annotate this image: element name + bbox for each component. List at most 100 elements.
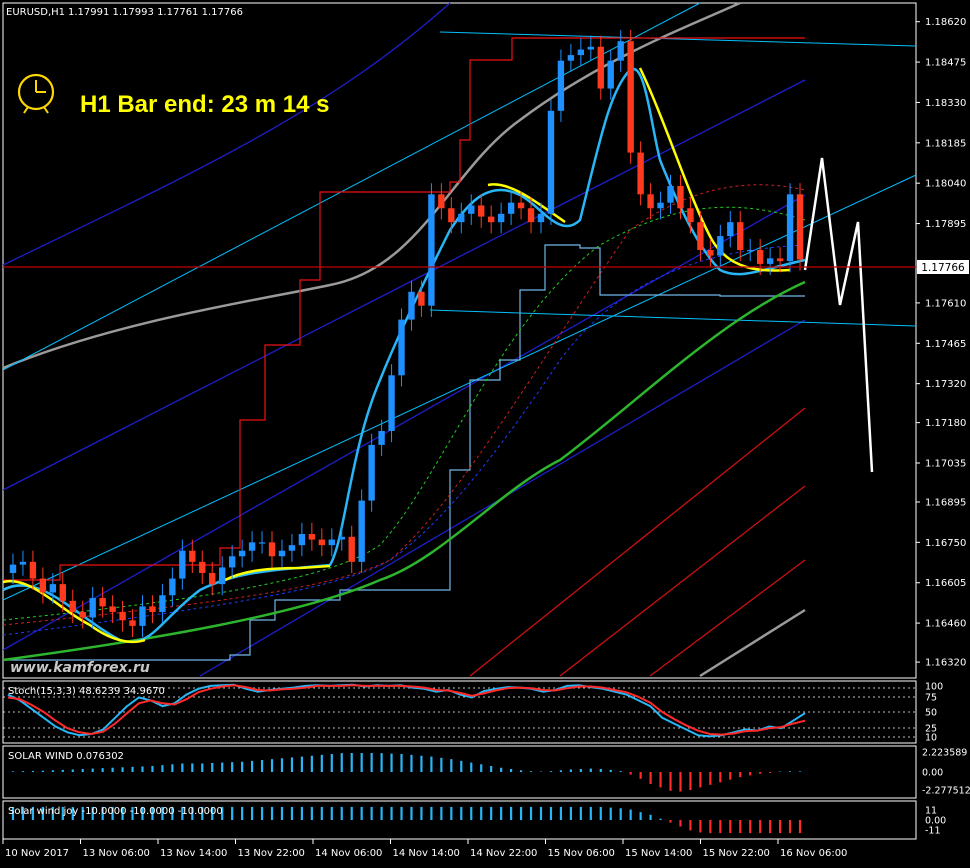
candle-body	[468, 205, 475, 214]
price-marker: 1.17766	[921, 262, 965, 274]
candle-body	[637, 152, 644, 195]
candle-body	[707, 250, 714, 256]
time-tick-label: 15 Nov 22:00	[703, 848, 770, 859]
candle-body	[19, 561, 27, 565]
price-tick-label: 1.17035	[925, 459, 966, 470]
chart-window: 1.18620 1.18475 1.18330 1.18185 1.18040 1.178…	[0, 0, 970, 864]
candle-body	[29, 561, 37, 579]
price-tick-label: 1.17895	[925, 219, 966, 230]
candle-body	[667, 185, 674, 203]
candle-body	[408, 291, 415, 320]
joy-tick-label: -11	[925, 826, 941, 837]
candle-body	[717, 236, 724, 256]
candle-body	[228, 556, 236, 568]
candle-body	[169, 578, 176, 596]
candle-body	[139, 606, 146, 626]
candle-body	[149, 606, 156, 612]
candle-body	[199, 561, 206, 573]
time-tick-label: 16 Nov 06:00	[780, 848, 847, 859]
candle-body	[577, 49, 585, 56]
candle-body	[727, 222, 734, 237]
candle-body	[607, 60, 614, 89]
price-tick-label: 1.16460	[925, 619, 966, 630]
candle-body	[219, 567, 226, 585]
candle-body	[537, 213, 545, 223]
candle-body	[458, 213, 465, 223]
candle-body	[358, 500, 365, 562]
candle-body	[478, 205, 485, 217]
candle-body	[69, 600, 76, 612]
stoch-tick-label: 50	[925, 708, 937, 719]
candle-body	[418, 291, 425, 306]
candle-body	[587, 46, 594, 50]
price-tick-label: 1.18620	[925, 17, 966, 28]
candle-body	[567, 55, 575, 61]
price-tick-label: 1.16605	[925, 578, 966, 589]
time-tick-label: 13 Nov 06:00	[83, 848, 150, 859]
solar-wind-title: SOLAR WIND 0.076302	[8, 751, 124, 762]
candle-body	[388, 375, 395, 431]
price-tick-label: 1.18040	[925, 179, 966, 190]
candle-body	[617, 41, 624, 61]
candle-body	[766, 258, 774, 264]
price-tick-label: 1.17465	[925, 339, 966, 350]
stoch-tick-label: 10	[925, 733, 937, 744]
solar-tick-label: -2.277512	[922, 786, 970, 797]
candle-body	[497, 213, 505, 223]
time-tick-label: 14 Nov 06:00	[315, 848, 382, 859]
bar-timer-label: H1 Bar end: 23 m 14 s	[80, 91, 329, 118]
candle-body	[487, 216, 495, 223]
candle-body	[179, 550, 186, 579]
watermark: www.kamforex.ru	[10, 660, 150, 676]
candle-body	[517, 202, 525, 209]
stoch-title: Stoch(15,3,3) 48.6239 34.9670	[8, 686, 165, 697]
price-tick-label: 1.18475	[925, 58, 966, 69]
solar-tick-label: 0.00	[922, 768, 943, 779]
solar-wind-joy-title: Solar wind joy -10.0000 -10.0000 -10.000…	[8, 806, 223, 817]
price-tick-label: 1.16320	[925, 658, 966, 669]
candle-body	[627, 41, 634, 153]
candle-body	[238, 550, 246, 557]
price-tick-label: 1.17610	[925, 298, 966, 309]
candle-body	[687, 208, 694, 223]
candle-body	[796, 194, 804, 260]
candle-body	[527, 208, 535, 223]
candle-body	[597, 46, 604, 89]
candle-body	[318, 539, 326, 546]
price-tick-label: 1.18330	[925, 98, 966, 109]
candle-body	[129, 620, 136, 626]
candle-body	[268, 542, 276, 557]
candle-body	[657, 202, 664, 209]
candle-body	[776, 258, 784, 262]
price-tick-label: 1.16750	[925, 538, 966, 549]
ohlc-values: 1.17991 1.17993 1.17761 1.17766	[68, 7, 243, 18]
candle-body	[209, 572, 216, 585]
candle-body	[338, 536, 345, 540]
symbol-label: EURUSD,H1	[6, 7, 65, 18]
candle-body	[119, 611, 126, 621]
candle-body	[99, 598, 106, 607]
candle-body	[438, 194, 445, 209]
candle-body	[697, 222, 704, 251]
time-tick-label: 10 Nov 2017	[5, 848, 69, 859]
candle-body	[547, 110, 555, 214]
candle-body	[109, 606, 116, 612]
candle-body	[39, 578, 47, 593]
candle-body	[737, 222, 744, 251]
candle-body	[786, 194, 794, 262]
candle-body	[298, 534, 306, 546]
price-tick-label: 1.17180	[925, 418, 966, 429]
time-tick-label: 14 Nov 22:00	[470, 848, 537, 859]
candle-body	[278, 550, 286, 557]
chart-canvas[interactable]: 1.18620 1.18475 1.18330 1.18185 1.18040 1.178…	[0, 0, 970, 864]
candle-body	[677, 185, 684, 209]
candle-body	[507, 202, 515, 214]
candle-body	[398, 319, 405, 376]
candle-body	[348, 536, 355, 562]
candle-body	[756, 250, 764, 264]
candle-body	[189, 550, 196, 562]
candle-body	[368, 444, 375, 501]
candle-body	[448, 208, 455, 223]
candle-body	[647, 194, 654, 209]
candle-body	[258, 542, 266, 544]
